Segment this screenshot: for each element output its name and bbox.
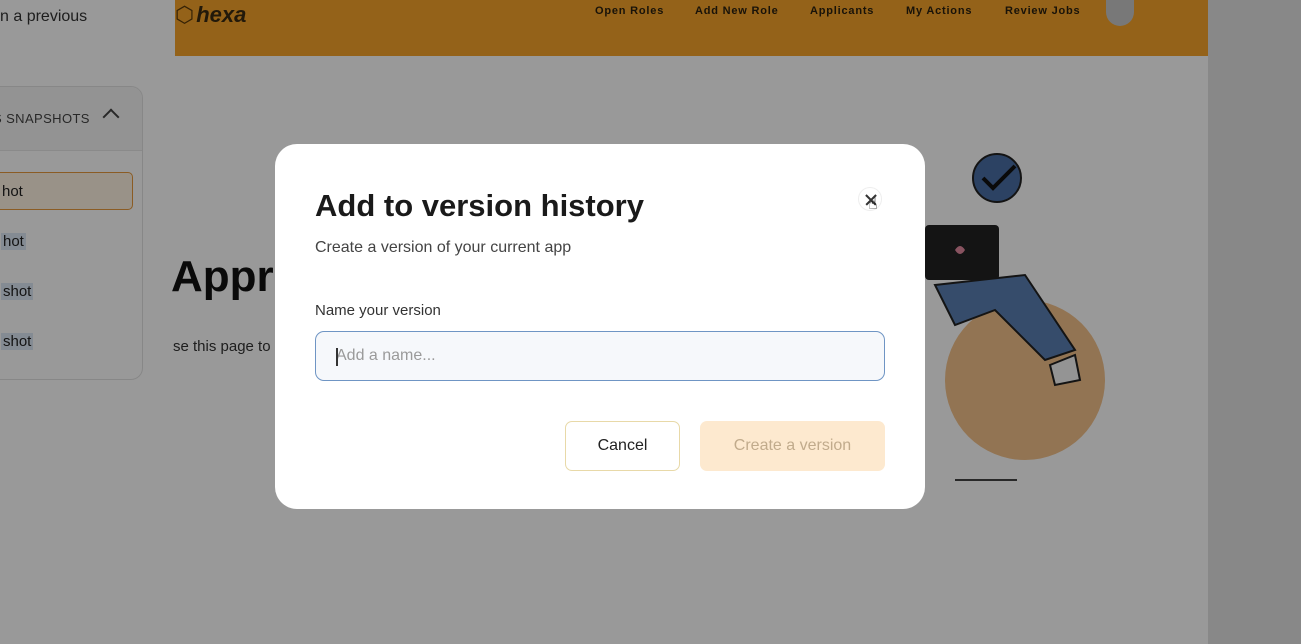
text-caret [336,348,338,366]
modal-subtitle: Create a version of your current app [315,239,572,256]
hand-pointer-icon: ☝ [868,196,878,213]
add-version-modal: Add to version history Create a version … [275,144,925,509]
cancel-button[interactable]: Cancel [565,421,680,471]
create-version-button[interactable]: Create a version [700,421,885,471]
modal-title: Add to version history [315,188,644,223]
version-name-input[interactable] [315,331,885,381]
version-name-label: Name your version [315,302,441,319]
